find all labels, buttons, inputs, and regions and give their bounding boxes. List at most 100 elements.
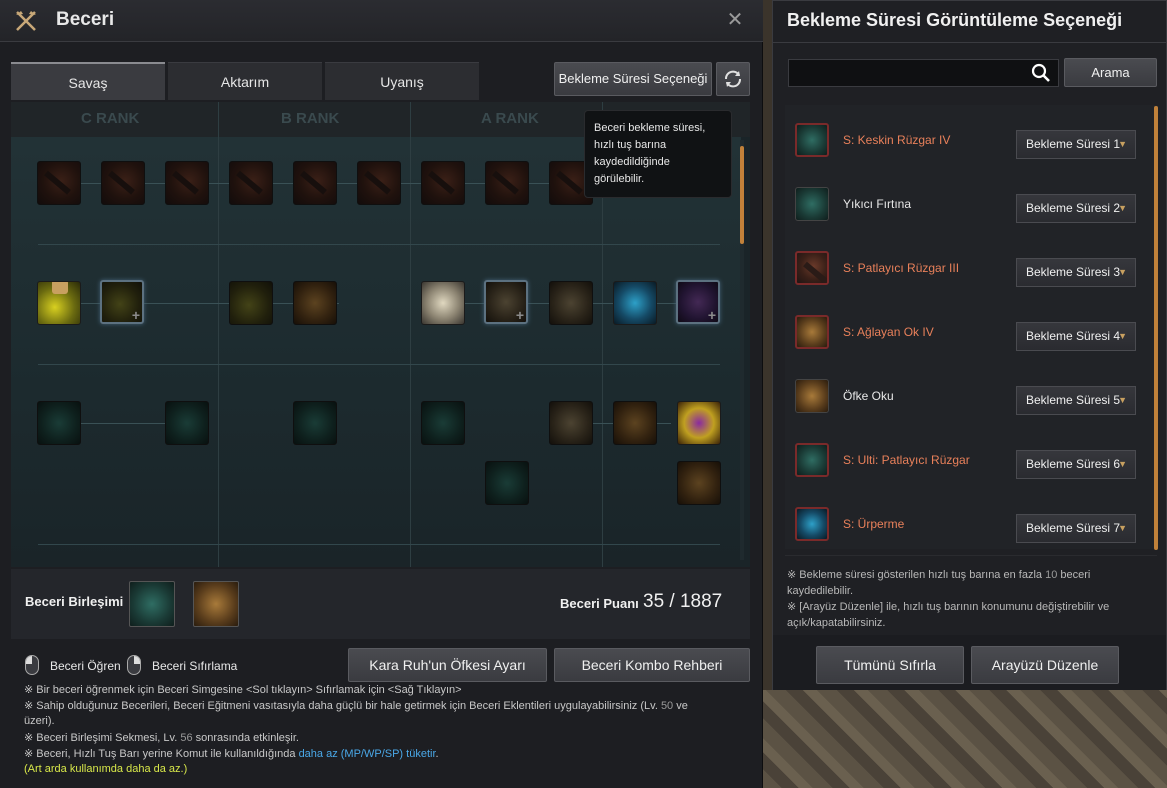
skill-slot-learned[interactable] <box>613 281 657 325</box>
skill-icon <box>795 315 829 349</box>
plus-icon: + <box>131 307 140 323</box>
row-divider <box>38 364 720 365</box>
title-bar[interactable]: Beceri ✕ <box>0 0 763 42</box>
skill-slot-learned[interactable] <box>421 281 465 325</box>
combine-label: Beceri Birleşimi <box>25 594 124 609</box>
cooldown-dropdown[interactable]: Bekleme Süresi 2 ▼ <box>1016 194 1136 223</box>
list-item[interactable]: Yıkıcı Fırtına Bekleme Süresi 2 ▼ <box>785 173 1151 237</box>
row-divider <box>38 244 720 245</box>
note-max-skills: ※ Bekleme süresi gösterilen hızlı tuş ba… <box>787 569 1091 597</box>
list-divider <box>785 555 1157 556</box>
plus-icon: + <box>515 307 524 323</box>
reset-hint: Beceri Sıfırlama <box>152 659 238 673</box>
cooldown-dropdown[interactable]: Bekleme Süresi 3 ▼ <box>1016 258 1136 287</box>
skill-name: Yıkıcı Fırtına <box>843 197 912 211</box>
skill-name: S: Ürperme <box>843 517 905 531</box>
skill-slot[interactable] <box>293 281 337 325</box>
note-combine: ※ Beceri Birleşimi Sekmesi, Lv. 56 sonra… <box>24 732 299 744</box>
skill-slot[interactable] <box>485 161 529 205</box>
list-item[interactable]: S: Ürperme Bekleme Süresi 7 ▼ <box>785 493 1151 557</box>
close-icon[interactable]: ✕ <box>725 9 745 31</box>
cooldown-option-button[interactable]: Bekleme Süresi Seçeneği <box>554 62 712 96</box>
right-mouse-icon <box>127 655 141 675</box>
cooldown-panel: Bekleme Süresi Görüntüleme Seçeneği Aram… <box>772 0 1167 690</box>
skill-slot[interactable] <box>421 401 465 445</box>
list-item[interactable]: Öfke Oku Bekleme Süresi 5 ▼ <box>785 365 1151 429</box>
list-item[interactable]: S: Ulti: Patlayıcı Rüzgar Bekleme Süresi… <box>785 429 1151 493</box>
left-mouse-icon <box>25 655 39 675</box>
skill-slot[interactable] <box>549 281 593 325</box>
skill-combine-bar: Beceri Birleşimi Beceri Puanı 35 / 1887 <box>11 569 750 639</box>
skill-slot[interactable] <box>293 161 337 205</box>
cooldown-tooltip: Beceri bekleme süresi, hızlı tuş barına … <box>584 110 732 198</box>
skill-name: S: Keskin Rüzgar IV <box>843 133 951 147</box>
skill-slot-learned[interactable] <box>37 281 81 325</box>
refresh-button[interactable] <box>716 62 750 96</box>
list-item[interactable]: S: Keskin Rüzgar IV Bekleme Süresi 1 ▼ <box>785 109 1151 173</box>
skill-slot-available[interactable]: + <box>484 280 528 324</box>
skill-slot[interactable] <box>37 161 81 205</box>
lock-icon <box>52 282 68 294</box>
skill-slot[interactable] <box>549 401 593 445</box>
skill-slot[interactable] <box>101 161 145 205</box>
skill-slot[interactable] <box>37 401 81 445</box>
skill-slot[interactable] <box>165 161 209 205</box>
note-addons: ※ Sahip olduğunuz Becerileri, Beceri Eği… <box>24 700 688 727</box>
chevron-down-icon: ▼ <box>1118 203 1127 213</box>
skill-slot[interactable] <box>677 461 721 505</box>
skill-icon <box>795 251 829 285</box>
list-item[interactable]: S: Patlayıcı Rüzgar III Bekleme Süresi 3… <box>785 237 1151 301</box>
plus-icon: + <box>707 307 716 323</box>
note-consecutive: (Art arda kullanımda daha da az.) <box>24 763 188 775</box>
tab-awakening[interactable]: Uyanış <box>325 62 479 100</box>
cooldown-dropdown[interactable]: Bekleme Süresi 1 ▼ <box>1016 130 1136 159</box>
chevron-down-icon: ▼ <box>1118 331 1127 341</box>
search-input[interactable] <box>788 59 1059 87</box>
combine-slot[interactable] <box>193 581 239 627</box>
window-title: Beceri <box>56 9 115 30</box>
skill-slot[interactable] <box>357 161 401 205</box>
chevron-down-icon: ▼ <box>1118 395 1127 405</box>
cooldown-dropdown[interactable]: Bekleme Süresi 5 ▼ <box>1016 386 1136 415</box>
skill-slot[interactable] <box>485 461 529 505</box>
learn-hint: Beceri Öğren <box>50 659 121 673</box>
skill-slot[interactable] <box>293 401 337 445</box>
tab-transfer[interactable]: Aktarım <box>168 62 322 100</box>
rank-b-label: B RANK <box>281 110 340 127</box>
skill-slot[interactable] <box>613 401 657 445</box>
rank-a-label: A RANK <box>481 110 539 127</box>
skill-slot[interactable] <box>165 401 209 445</box>
chevron-down-icon: ▼ <box>1118 459 1127 469</box>
edit-ui-button[interactable]: Arayüzü Düzenle <box>971 646 1119 684</box>
skill-icon <box>795 443 829 477</box>
skill-slot[interactable] <box>229 161 273 205</box>
list-item[interactable]: S: Ağlayan Ok IV Bekleme Süresi 4 ▼ <box>785 301 1151 365</box>
search-icon[interactable] <box>1031 63 1051 83</box>
tab-combat[interactable]: Savaş <box>11 62 165 100</box>
reset-all-button[interactable]: Tümünü Sıfırla <box>816 646 964 684</box>
title-divider <box>773 42 1166 43</box>
skill-slot[interactable] <box>421 161 465 205</box>
cooldown-dropdown[interactable]: Bekleme Süresi 4 ▼ <box>1016 322 1136 351</box>
chevron-down-icon: ▼ <box>1118 267 1127 277</box>
background-scenery <box>762 690 1167 788</box>
search-button[interactable]: Arama <box>1064 58 1157 87</box>
panel-notes: ※ Bekleme süresi gösterilen hızlı tuş ba… <box>787 567 1147 631</box>
skill-name: S: Ulti: Patlayıcı Rüzgar <box>843 453 970 467</box>
skill-icon <box>795 123 829 157</box>
combo-guide-button[interactable]: Beceri Kombo Rehberi <box>554 648 750 682</box>
combine-slot[interactable] <box>129 581 175 627</box>
skill-slot-available[interactable]: + <box>676 280 720 324</box>
list-scrollbar-thumb[interactable] <box>1154 106 1158 550</box>
note-edit-ui: ※ [Arayüz Düzenle] ile, hızlı tuş barını… <box>787 601 1110 629</box>
skill-slot-learned[interactable] <box>677 401 721 445</box>
tree-scrollbar-thumb[interactable] <box>740 146 744 244</box>
cooldown-dropdown[interactable]: Bekleme Süresi 6 ▼ <box>1016 450 1136 479</box>
skill-slot[interactable] <box>229 281 273 325</box>
skill-name: S: Ağlayan Ok IV <box>843 325 934 339</box>
refresh-icon <box>725 70 741 88</box>
cooldown-dropdown[interactable]: Bekleme Süresi 7 ▼ <box>1016 514 1136 543</box>
skill-slot-available[interactable]: + <box>100 280 144 324</box>
rage-settings-button[interactable]: Kara Ruh'un Öfkesi Ayarı <box>348 648 547 682</box>
skill-window: Beceri ✕ Savaş Aktarım Uyanış Bekleme Sü… <box>0 0 763 788</box>
